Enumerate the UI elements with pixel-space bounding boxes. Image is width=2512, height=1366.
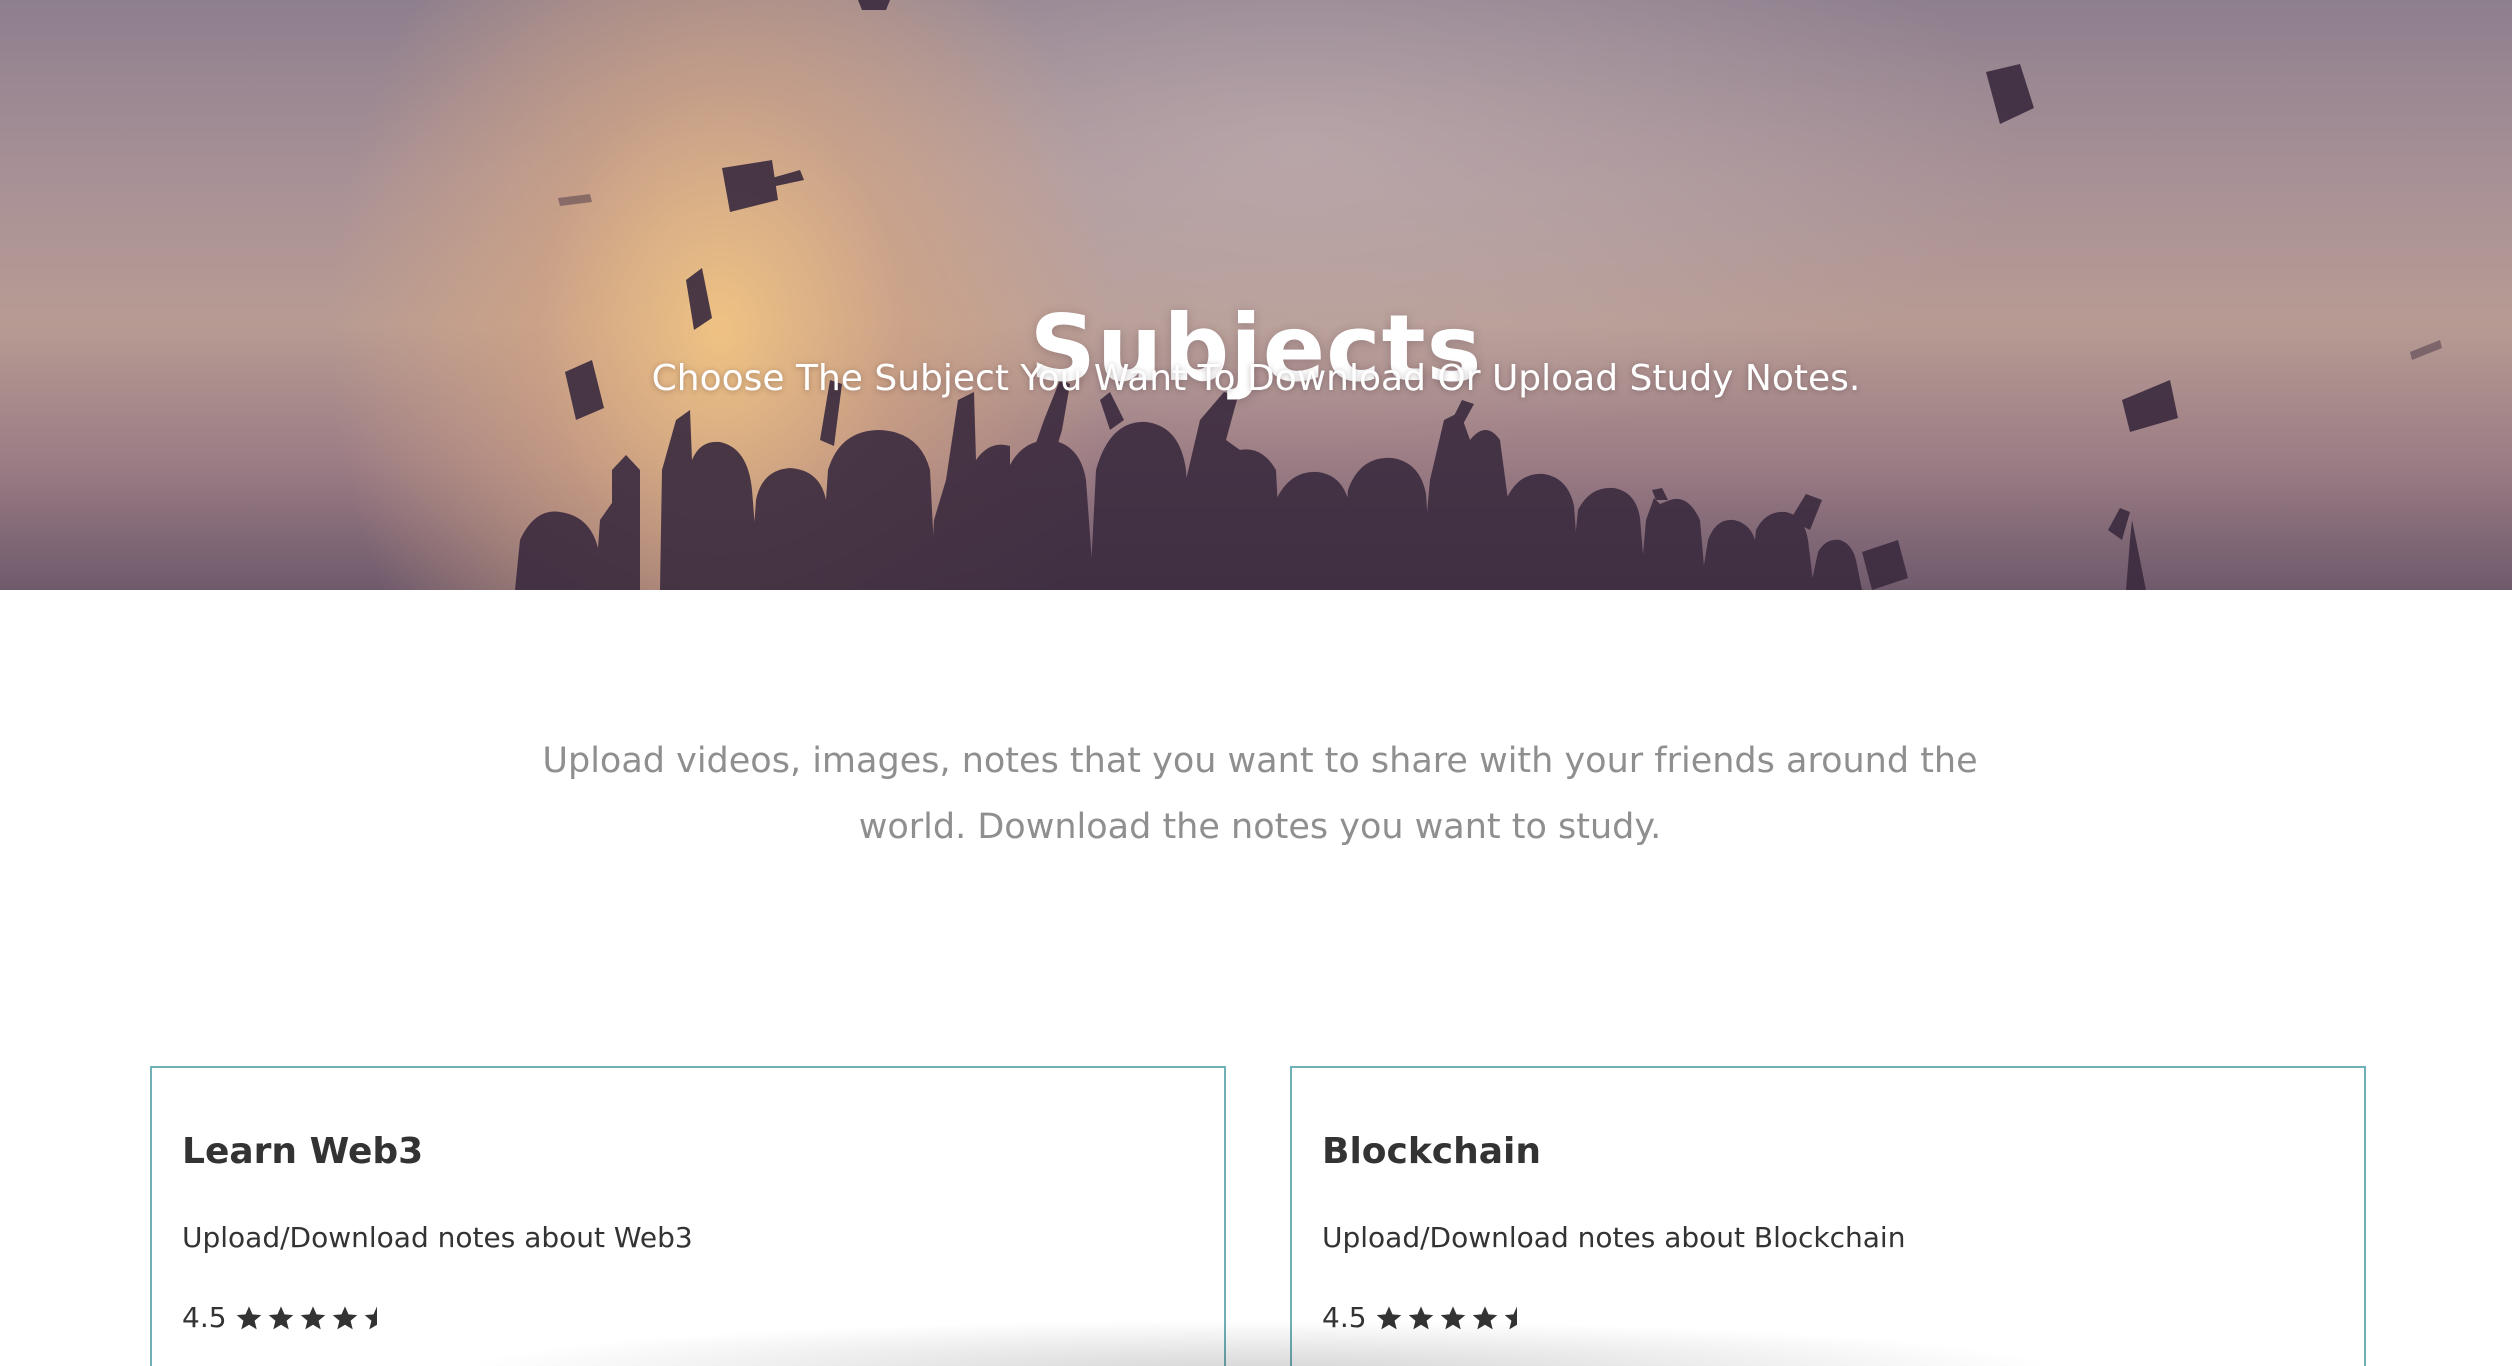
star-half-icon [1504,1306,1517,1330]
subject-card-blockchain[interactable]: Blockchain Upload/Download notes about B… [1290,1066,2366,1366]
page-subtitle: Choose The Subject You Want To Download … [651,358,1861,399]
card-description: Upload/Download notes about Web3 [182,1221,693,1254]
intro-line-2: world. Download the notes you want to st… [858,807,1662,847]
card-rating: 4.5 [182,1300,391,1336]
star-full-icon [300,1306,325,1330]
star-full-icon [1408,1306,1433,1330]
star-full-icon [236,1306,261,1330]
page: Subjects Choose The Subject You Want To … [0,0,2512,1366]
star-full-icon [1376,1306,1401,1330]
star-full-icon [1472,1306,1497,1330]
star-full-icon [1440,1306,1465,1330]
star-full-icon [332,1306,357,1330]
rating-value: 4.5 [182,1301,227,1334]
rating-stars [235,1304,391,1332]
card-rating: 4.5 [1322,1300,1531,1336]
star-half-icon [364,1306,377,1330]
card-title[interactable]: Blockchain [1322,1130,1541,1174]
subject-card-web3[interactable]: Learn Web3 Upload/Download notes about W… [150,1066,1226,1366]
intro-text: Upload videos, images, notes that you wa… [540,728,1980,860]
rating-stars [1375,1304,1531,1332]
rating-value: 4.5 [1322,1301,1367,1334]
intro-line-1: Upload videos, images, notes that you wa… [542,741,1978,781]
card-title[interactable]: Learn Web3 [182,1130,423,1174]
hero-banner: Subjects Choose The Subject You Want To … [0,0,2512,590]
card-description: Upload/Download notes about Blockchain [1322,1221,1906,1254]
star-full-icon [268,1306,293,1330]
